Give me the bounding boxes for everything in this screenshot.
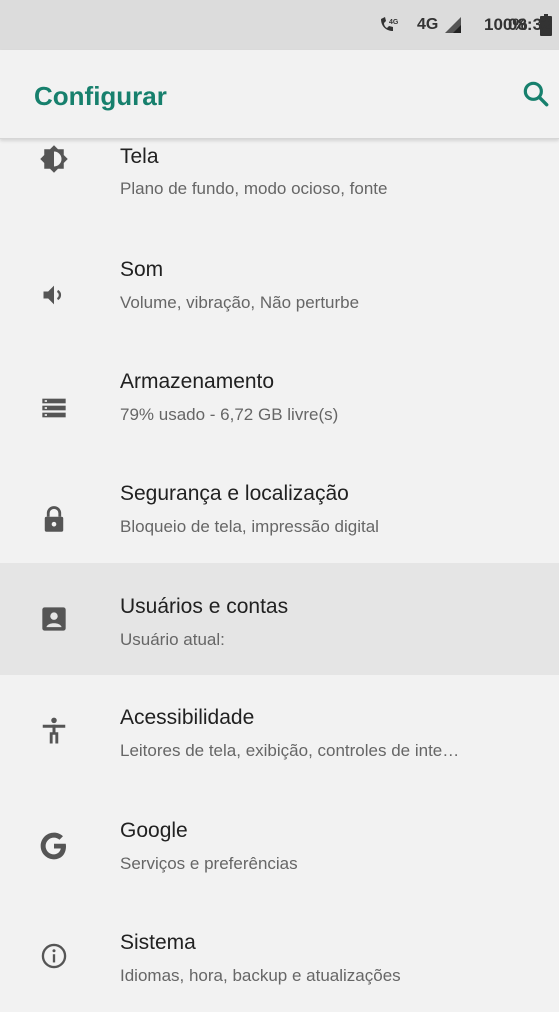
settings-item-google[interactable]: Google Serviços e preferências — [0, 788, 559, 900]
settings-item-subtitle: Idiomas, hora, backup e atualizações — [120, 966, 401, 985]
settings-list: Tela Plano de fundo, modo ocioso, fonte … — [0, 139, 559, 1012]
brightness-icon — [36, 141, 72, 177]
volume-icon — [36, 277, 72, 313]
settings-item-seguranca[interactable]: Segurança e localização Bloqueio de tela… — [0, 451, 559, 563]
settings-item-title: Usuários e contas — [120, 595, 289, 618]
settings-item-tela[interactable]: Tela Plano de fundo, modo ocioso, fonte — [0, 139, 559, 225]
search-icon — [523, 81, 549, 107]
settings-item-title: Acessibilidade — [120, 706, 255, 729]
settings-item-subtitle: 79% usado - 6,72 GB livre(s) — [120, 405, 339, 424]
settings-item-subtitle: Serviços e preferências — [120, 854, 298, 873]
accessibility-icon — [36, 713, 72, 749]
network-type-label: 4G — [417, 16, 439, 33]
svg-text:4G: 4G — [389, 19, 399, 26]
storage-icon — [36, 390, 72, 426]
clock: 08:32 — [508, 15, 552, 34]
settings-item-subtitle: Plano de fundo, modo ocioso, fonte — [120, 179, 388, 198]
page-title: Configurar — [34, 81, 167, 111]
settings-item-title: Sistema — [120, 931, 196, 954]
volte-icon: 4G — [377, 0, 399, 50]
settings-item-acessibilidade[interactable]: Acessibilidade Leitores de tela, exibiçã… — [0, 675, 559, 788]
account-box-icon — [36, 601, 72, 637]
info-icon — [36, 938, 72, 974]
settings-item-sistema[interactable]: Sistema Idiomas, hora, backup e atualiza… — [0, 900, 559, 1012]
signal-icon — [443, 0, 463, 50]
settings-item-title: Google — [120, 819, 188, 842]
google-icon — [36, 828, 72, 864]
settings-item-subtitle: Bloqueio de tela, impressão digital — [120, 517, 379, 536]
search-button[interactable] — [520, 78, 552, 110]
settings-item-title: Armazenamento — [120, 370, 275, 393]
settings-item-som[interactable]: Som Volume, vibração, Não perturbe — [0, 225, 559, 338]
settings-item-subtitle: Volume, vibração, Não perturbe — [120, 293, 360, 312]
app-bar: Configurar — [0, 50, 559, 139]
settings-item-title: Segurança e localização — [120, 482, 349, 505]
settings-item-subtitle: Leitores de tela, exibição, controles de… — [120, 741, 460, 760]
settings-item-armazenamento[interactable]: Armazenamento 79% usado - 6,72 GB livre(… — [0, 338, 559, 451]
settings-item-title: Tela — [120, 145, 159, 168]
settings-item-subtitle: Usuário atual: — [120, 630, 225, 649]
settings-item-usuarios[interactable]: Usuários e contas Usuário atual: — [0, 563, 559, 675]
status-bar: 4G 4G 100% 08:32 — [0, 0, 559, 50]
settings-item-title: Som — [120, 258, 164, 281]
lock-icon — [36, 501, 72, 537]
